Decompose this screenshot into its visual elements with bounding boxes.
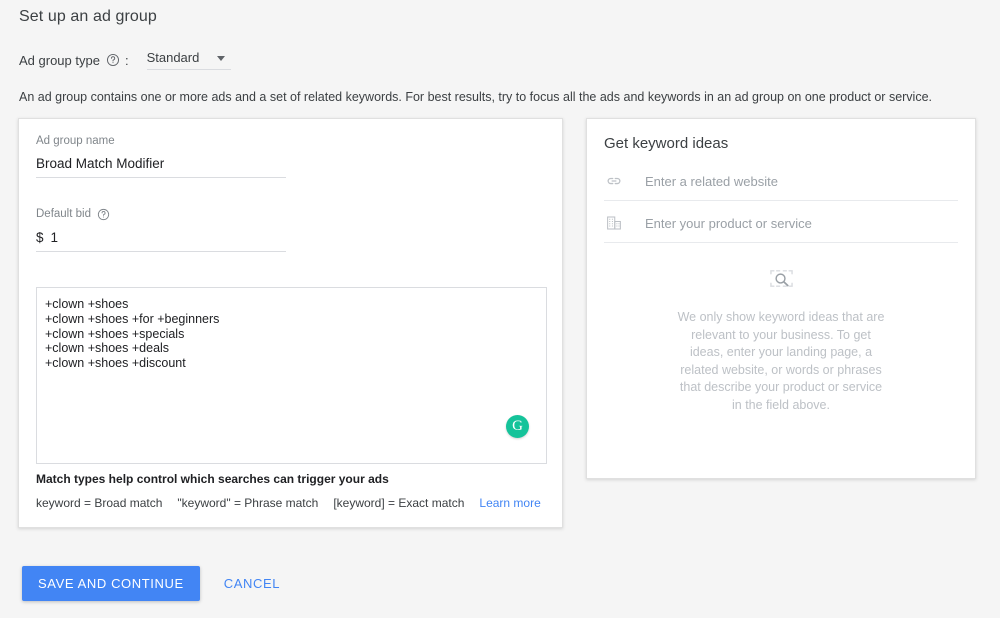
search-frame-icon — [587, 267, 975, 291]
ad-group-type-select[interactable]: Standard — [146, 50, 231, 70]
match-types-help: Match types help control which searches … — [36, 472, 548, 510]
product-or-service-placeholder: Enter your product or service — [645, 215, 812, 231]
default-bid-underline — [36, 251, 286, 252]
product-or-service-input[interactable]: Enter your product or service — [604, 213, 958, 243]
default-bid-label: Default bid — [36, 207, 286, 221]
ad-group-name-field[interactable]: Ad group name Broad Match Modifier — [36, 135, 286, 178]
help-circle-icon[interactable] — [97, 207, 111, 221]
exact-match-legend: [keyword] = Exact match — [333, 496, 465, 510]
phrase-match-legend: "keyword" = Phrase match — [177, 496, 319, 510]
match-types-title: Match types help control which searches … — [36, 472, 389, 486]
default-bid-field[interactable]: Default bid $ 1 — [36, 207, 286, 252]
match-types-legend: keyword = Broad match "keyword" = Phrase… — [36, 496, 548, 510]
save-and-continue-button[interactable]: SAVE AND CONTINUE — [22, 566, 200, 601]
intro-paragraph: An ad group contains one or more ads and… — [19, 90, 933, 104]
default-bid-value-row: $ 1 — [36, 221, 286, 251]
keyword-line: +clown +shoes +for +beginners — [45, 311, 220, 326]
ad-group-name-underline — [36, 177, 286, 178]
related-website-input[interactable]: Enter a related website — [604, 171, 958, 201]
business-building-icon — [604, 213, 624, 233]
broad-match-legend: keyword = Broad match — [36, 496, 163, 510]
footer-actions: SAVE AND CONTINUE CANCEL — [22, 566, 294, 601]
type-colon: : — [124, 52, 129, 68]
keyword-ideas-title: Get keyword ideas — [604, 135, 729, 152]
ad-group-type-row: Ad group type : Standard — [19, 48, 231, 72]
keyword-line: +clown +shoes — [45, 297, 129, 311]
learn-more-link[interactable]: Learn more — [479, 496, 540, 510]
currency-symbol: $ — [36, 230, 44, 245]
help-circle-icon[interactable] — [106, 53, 120, 67]
ad-group-name-label: Ad group name — [36, 135, 115, 147]
ad-group-name-value: Broad Match Modifier — [36, 156, 165, 171]
grammarly-icon[interactable]: G — [506, 415, 529, 438]
keyword-ideas-card: Get keyword ideas Enter a related websit… — [586, 118, 976, 479]
keyword-ideas-empty-text: We only show keyword ideas that are rele… — [677, 310, 885, 412]
keyword-ideas-empty-state: We only show keyword ideas that are rele… — [587, 267, 975, 414]
default-bid-amount: 1 — [50, 230, 59, 245]
cancel-button[interactable]: CANCEL — [210, 566, 294, 601]
keywords-textarea[interactable]: +clown +shoes +clown +shoes +for +beginn… — [36, 287, 547, 464]
keyword-line: +clown +shoes +discount — [45, 356, 186, 371]
ad-group-card: Ad group name Broad Match Modifier Defau… — [18, 118, 563, 528]
keyword-line: +clown +shoes +specials — [45, 326, 185, 341]
related-website-placeholder: Enter a related website — [645, 173, 778, 189]
default-bid-label-text: Default bid — [36, 208, 91, 220]
link-icon — [604, 171, 624, 191]
ad-group-type-label: Ad group type — [19, 52, 100, 68]
grammarly-glyph: G — [512, 417, 523, 434]
keyword-line: +clown +shoes +deals — [45, 341, 170, 356]
page-title: Set up an ad group — [19, 8, 157, 25]
ad-group-type-value: Standard — [146, 50, 200, 65]
keywords-list: +clown +shoes +clown +shoes +for +beginn… — [37, 288, 546, 371]
chevron-down-icon — [216, 56, 225, 61]
